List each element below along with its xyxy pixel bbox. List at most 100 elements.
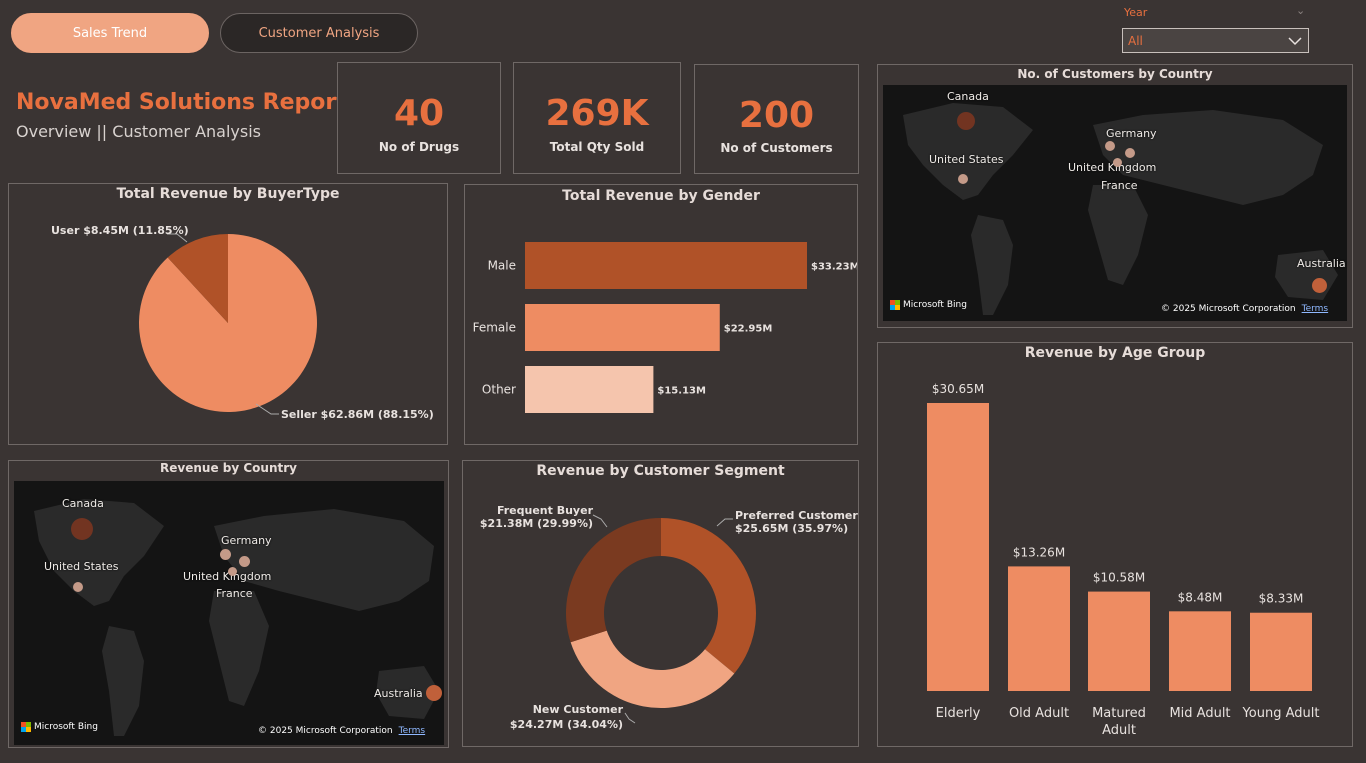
customers-map[interactable]: Canada United States Germany United King… (883, 85, 1347, 321)
year-dropdown[interactable]: All (1122, 28, 1309, 53)
map-label: Australia (374, 687, 423, 700)
donut-slice-frequent-buyer (566, 518, 661, 643)
buyer-type-pie: User $8.45M (11.85%) Seller $62.86M (88.1… (51, 224, 434, 421)
age-bar-chart: $30.65M Elderly $13.26M Old Adult $10.58M Mat… (927, 382, 1320, 738)
map-title: Revenue by Country (160, 461, 297, 475)
year-filter-label: Year (1124, 6, 1148, 19)
map-label: Germany (1106, 127, 1157, 140)
copyright-text: © 2025 Microsoft Corporation (1161, 304, 1296, 314)
map-bubble-canada[interactable] (957, 112, 975, 130)
year-dropdown-value: All (1128, 34, 1143, 48)
revenue-map[interactable]: Canada United States Germany United King… (14, 481, 444, 745)
map-bubble-germany[interactable] (220, 549, 231, 560)
map-bubble-germany[interactable] (1105, 141, 1115, 151)
leader-line-frequent (592, 514, 608, 528)
revenue-map-panel: Revenue by Country Canada United States … (8, 460, 449, 748)
map-label: United States (44, 560, 119, 573)
category-label: Male (488, 259, 516, 273)
data-label: $10.58M (1093, 571, 1145, 585)
category-label: Matured (1092, 706, 1146, 721)
segment-name-label: New Customer (533, 703, 624, 716)
gender-chart: Total Revenue by Gender Male $33.23M Femal… (464, 184, 858, 445)
gender-bar-chart: Male $33.23M Female $22.95M Other $15.13M (473, 242, 857, 413)
map-label: Canada (62, 497, 104, 510)
microsoft-logo-icon (890, 300, 900, 310)
terms-link[interactable]: Terms (1302, 304, 1329, 314)
world-map-shapes (903, 103, 1338, 315)
bing-logo: Microsoft Bing (890, 300, 967, 310)
report-title: NovaMed Solutions Report (16, 90, 347, 115)
kpi-label: No of Drugs (378, 140, 460, 154)
kpi-card-customers: 200 No of Customers (694, 64, 859, 174)
segment-value-label: $25.65M (35.97%) (735, 522, 848, 535)
data-label: $8.33M (1259, 592, 1304, 606)
donut-slice-preferred-customer (661, 518, 756, 674)
tab-sales-trend[interactable]: Sales Trend (11, 13, 209, 53)
chevron-down-icon (1288, 37, 1302, 46)
leader-line-new (624, 712, 636, 724)
kpi-label: Total Qty Sold (549, 140, 645, 154)
map-copyright: © 2025 Microsoft Corporation Terms (258, 726, 425, 736)
bar-female (525, 304, 720, 351)
terms-link[interactable]: Terms (399, 726, 426, 736)
bar-mid-adult (1169, 611, 1231, 691)
category-label: Young Adult (1242, 706, 1320, 721)
copyright-text: © 2025 Microsoft Corporation (258, 726, 393, 736)
buyer-type-chart: Total Revenue by BuyerType User $8.45M (… (8, 183, 448, 445)
map-label: Australia (1297, 257, 1346, 270)
bar-male (525, 242, 807, 289)
kpi-value: 40 (393, 93, 445, 134)
kpi-value: 200 (738, 95, 815, 136)
report-subtitle: Overview || Customer Analysis (16, 122, 262, 141)
pie-label-user: User $8.45M (11.85%) (51, 224, 189, 237)
bing-label: Microsoft Bing (903, 300, 967, 310)
bar-other (525, 366, 654, 413)
category-label: Old Adult (1009, 706, 1069, 721)
segment-name-label: Frequent Buyer (497, 504, 594, 517)
map-copyright: © 2025 Microsoft Corporation Terms (1161, 304, 1328, 314)
category-label: Other (482, 383, 516, 397)
map-bubble-australia[interactable] (426, 685, 442, 701)
slicer-collapse-icon[interactable]: ⌄ (1296, 4, 1305, 17)
kpi-label: No of Customers (720, 141, 833, 155)
age-group-chart: Revenue by Age Group $30.65M Elderly $13.2… (877, 342, 1353, 747)
data-label: $30.65M (932, 382, 984, 396)
data-label: $15.13M (657, 386, 706, 397)
microsoft-logo-icon (21, 722, 31, 732)
kpi-value: 269K (545, 93, 649, 134)
segment-donut: Preferred Customer$25.65M (35.97%) Freque… (480, 504, 858, 731)
category-label: Female (473, 321, 516, 335)
map-title: No. of Customers by Country (1017, 67, 1213, 81)
map-label: United States (929, 153, 1004, 166)
category-label: Adult (1102, 723, 1136, 738)
pie-label-seller: Seller $62.86M (88.15%) (281, 408, 434, 421)
map-bubble-france[interactable] (228, 567, 237, 576)
map-bubble-canada[interactable] (71, 518, 93, 540)
kpi-card-drugs: 40 No of Drugs (337, 62, 501, 174)
map-bubble-united-states[interactable] (958, 174, 968, 184)
customers-map-panel: No. of Customers by Country Canada Unite… (877, 64, 1353, 328)
bar-old-adult (1008, 566, 1070, 691)
segment-value-label: $21.38M (29.99%) (480, 517, 593, 530)
data-label: $13.26M (1013, 545, 1065, 559)
segment-name-label: Preferred Customer (735, 509, 858, 522)
data-label: $33.23M (811, 262, 857, 273)
map-label: France (216, 587, 253, 600)
bar-elderly (927, 403, 989, 691)
category-label: Mid Adult (1169, 706, 1230, 721)
map-bubble-australia[interactable] (1312, 278, 1327, 293)
bing-logo: Microsoft Bing (21, 722, 98, 732)
map-label: Germany (221, 534, 272, 547)
segment-value-label: $24.27M (34.04%) (510, 718, 623, 731)
tab-customer-analysis[interactable]: Customer Analysis (220, 13, 418, 53)
kpi-card-qty: 269K Total Qty Sold (513, 62, 681, 174)
segment-chart: Revenue by Customer Segment Preferred Cu… (462, 460, 859, 747)
bing-label: Microsoft Bing (34, 722, 98, 732)
bar-young-adult (1250, 612, 1312, 691)
map-bubble-united-states[interactable] (73, 582, 83, 592)
map-label: Canada (947, 90, 989, 103)
map-bubble-united-kingdom[interactable] (1125, 148, 1135, 158)
map-bubble-france[interactable] (1113, 158, 1122, 167)
leader-line-preferred (716, 518, 733, 527)
map-bubble-united-kingdom[interactable] (239, 556, 250, 567)
